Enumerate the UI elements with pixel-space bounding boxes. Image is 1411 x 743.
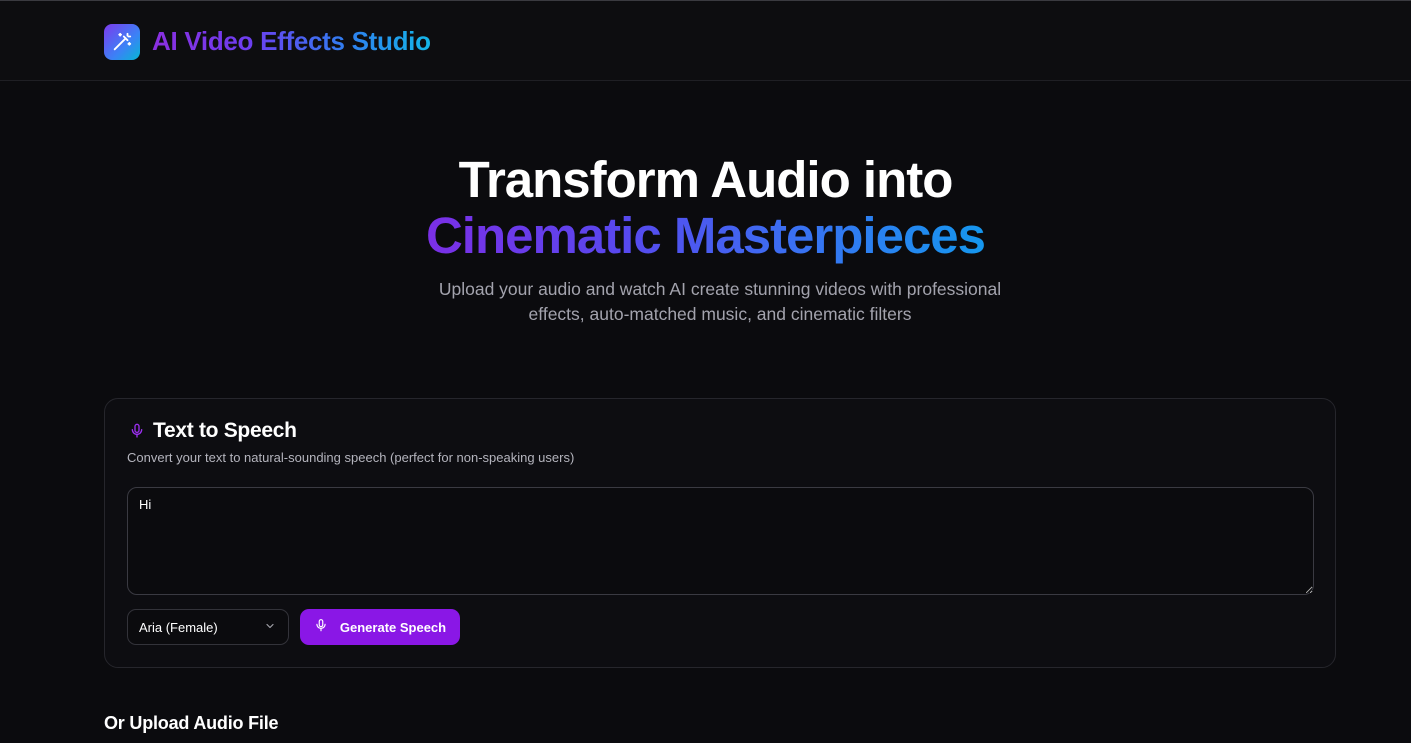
hero-title: Transform Audio into Cinematic Masterpie… bbox=[0, 152, 1411, 264]
brand[interactable]: AI Video Effects Studio bbox=[104, 23, 431, 60]
upload-audio-heading: Or Upload Audio File bbox=[104, 713, 279, 733]
app-title: AI Video Effects Studio bbox=[152, 26, 431, 56]
top-bar: AI Video Effects Studio bbox=[0, 0, 1411, 81]
hero-subtitle: Upload your audio and watch AI create st… bbox=[438, 279, 1002, 324]
generate-speech-label: Generate Speech bbox=[339, 619, 447, 635]
tts-title: Text to Speech bbox=[153, 419, 297, 442]
tts-text-input[interactable] bbox=[127, 487, 1314, 595]
hero-title-gradient-text: Cinematic Masterpieces bbox=[425, 207, 986, 264]
tts-description: Convert your text to natural-sounding sp… bbox=[127, 450, 575, 465]
voice-select-value: Aria (Female) bbox=[139, 619, 218, 635]
tts-header: Text to Speech bbox=[129, 419, 297, 443]
microphone-icon bbox=[129, 422, 145, 440]
magic-wand-icon bbox=[104, 23, 140, 60]
microphone-icon bbox=[314, 618, 328, 636]
voice-select[interactable]: Aria (Female) bbox=[127, 609, 289, 645]
text-to-speech-card: Text to Speech Convert your text to natu… bbox=[104, 398, 1336, 668]
chevron-down-icon bbox=[264, 620, 276, 635]
generate-speech-button[interactable]: Generate Speech bbox=[300, 609, 460, 645]
hero-title-line1: Transform Audio into bbox=[458, 151, 954, 208]
hero-title-line2: Cinematic Masterpieces bbox=[0, 208, 1411, 264]
